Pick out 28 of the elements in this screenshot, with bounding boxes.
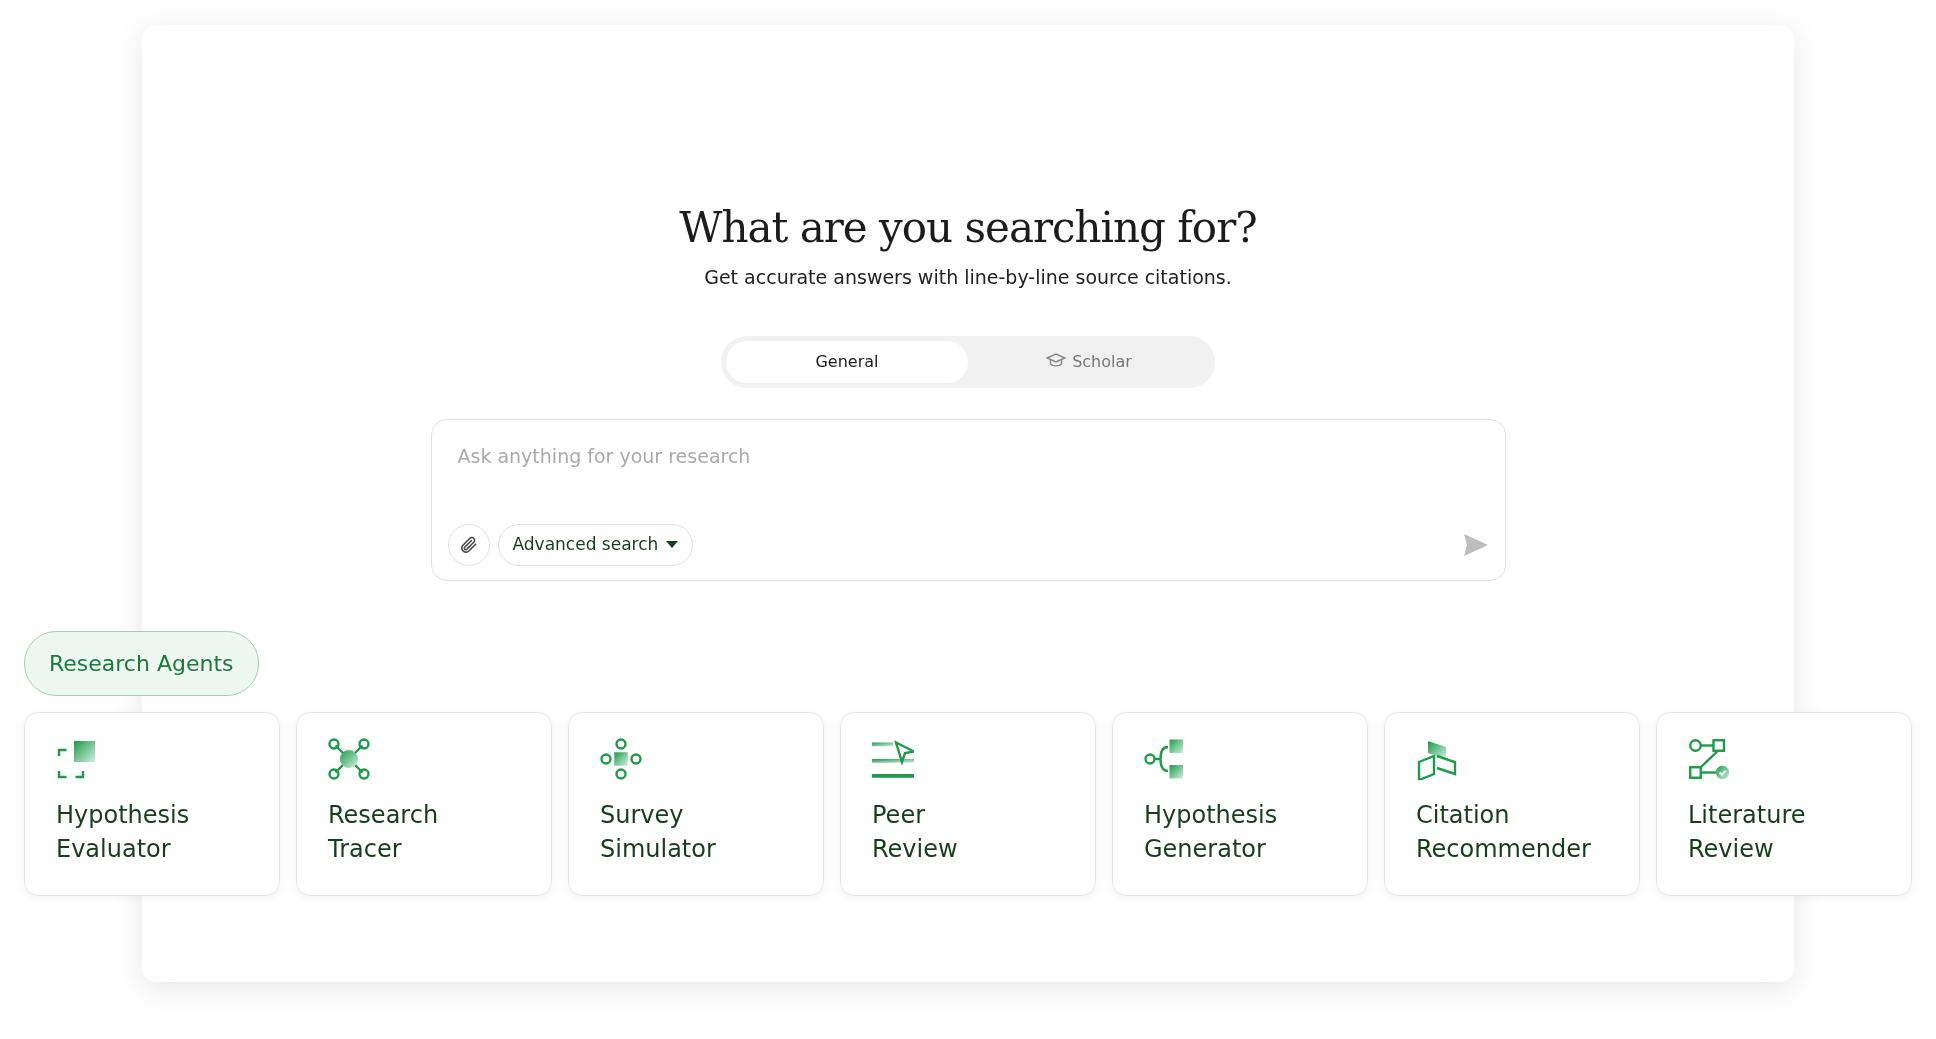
flow-check-icon [1688,737,1730,780]
agent-card[interactable]: Research Tracer [296,711,552,896]
heading: What are you searching for? [679,203,1257,254]
advanced-search-dropdown[interactable]: Advanced search [497,523,694,566]
lines-pointer-icon [872,737,914,780]
branch-icon [1144,737,1186,780]
agent-title: Hypothesis Generator [1144,799,1278,865]
agent-card[interactable]: Citation Recommender [1384,711,1640,896]
agent-card[interactable]: Survey Simulator [568,711,824,896]
agent-title: Survey Simulator [600,799,716,865]
mode-tab[interactable]: Scholar [968,340,1210,383]
agent-title: Peer Review [872,799,958,865]
nodes-icon [600,737,642,780]
agent-card[interactable]: Literature Review [1656,711,1912,896]
agent-card[interactable]: Peer Review [840,711,1096,896]
network-icon [328,737,370,780]
agent-card[interactable]: Hypothesis Evaluator [24,711,280,896]
agent-card[interactable]: Hypothesis Generator [1112,711,1368,896]
subheading: Get accurate answers with line-by-line source citations. [704,265,1232,291]
caret-icon [666,540,679,549]
agent-title: Research Tracer [328,799,439,865]
agent-title: Hypothesis Evaluator [56,799,190,865]
agent-title: Literature Review [1688,799,1806,865]
mode-tab[interactable]: General [726,340,968,383]
graduation-cap-icon [1046,352,1067,369]
agent-title: Citation Recommender [1416,799,1591,865]
section-label: Research Agents [24,630,259,696]
paperclip-icon [458,534,479,555]
